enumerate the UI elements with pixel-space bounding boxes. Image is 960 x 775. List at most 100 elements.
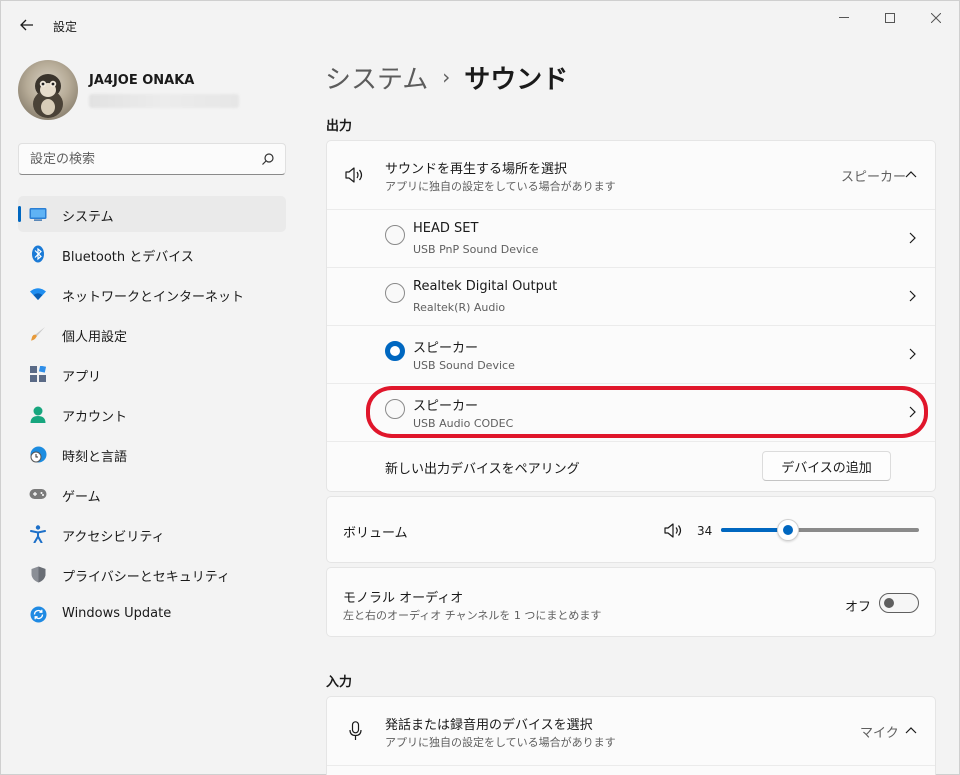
breadcrumb: システム › サウンド [325,59,568,95]
pair-device-row: 新しい出力デバイスをペアリング デバイスの追加 [327,442,935,492]
output-selected-value: スピーカー [841,170,907,185]
sidebar-item-accounts[interactable]: アカウント [18,396,286,432]
input-device-selector[interactable]: 発話または録音用のデバイスを選択 アプリに独自の設定をしている場合があります マ… [327,697,935,765]
speaker-icon [345,167,363,183]
sidebar-item-label: アカウント [62,410,128,425]
profile-name: JA4JOE ONAKA [89,73,195,88]
volume-label: ボリューム [343,526,408,541]
chevron-right-icon[interactable] [909,406,917,418]
pair-device-label: 新しい出力デバイスをペアリング [385,462,580,477]
chevron-right-icon[interactable] [909,290,917,302]
mono-audio-subtitle: 左と右のオーディオ チャンネルを 1 つにまとめます [343,609,602,622]
output-selector-subtitle: アプリに独自の設定をしている場合があります [385,180,616,193]
window-title: 設定 [53,20,78,34]
bluetooth-icon [29,245,47,263]
output-device-row[interactable]: Realtek Digital Output Realtek(R) Audio [327,268,935,325]
maximize-icon [885,13,895,23]
mono-audio-state: オフ [845,600,872,615]
sidebar-item-label: システム [62,210,114,225]
chevron-right-icon[interactable] [909,348,917,360]
input-selector-subtitle: アプリに独自の設定をしている場合があります [385,736,616,749]
volume-value: 34 [697,524,713,538]
sidebar-item-windows-update[interactable]: Windows Update [18,596,286,632]
close-icon [931,13,941,23]
mono-audio-toggle[interactable] [879,593,919,613]
output-device-selector[interactable]: サウンドを再生する場所を選択 アプリに独自の設定をしている場合があります スピー… [327,141,935,209]
breadcrumb-parent[interactable]: システム [325,59,428,96]
minimize-icon [839,17,849,18]
wifi-icon [29,285,47,303]
close-button[interactable] [913,1,959,35]
user-profile[interactable]: JA4JOE ONAKA [17,59,297,120]
sidebar-item-privacy-security[interactable]: プライバシーとセキュリティ [18,556,286,592]
sidebar-item-time-language[interactable]: 時刻と言語 [18,436,286,472]
sidebar-item-label: プライバシーとセキュリティ [62,570,230,585]
device-detail: Realtek(R) Audio [413,301,506,314]
profile-email-redacted [89,94,239,108]
brush-icon [29,325,47,343]
volume-speaker-icon[interactable] [664,523,682,538]
device-name: スピーカー [413,399,479,414]
settings-search[interactable] [18,143,286,175]
sidebar-item-label: 個人用設定 [62,330,128,345]
sidebar-item-gaming[interactable]: ゲーム [18,476,286,512]
device-radio[interactable] [385,399,405,419]
update-icon [29,605,47,623]
sidebar-item-personalization[interactable]: 個人用設定 [18,316,286,352]
sidebar-item-label: ネットワークとインターネット [62,290,245,305]
accessibility-icon [29,525,47,543]
chevron-up-icon[interactable] [905,170,917,178]
input-selected-value: マイク [860,726,899,741]
account-icon [29,405,47,423]
minimize-button[interactable] [821,1,867,35]
sidebar-item-system[interactable]: システム [18,196,286,232]
device-radio[interactable] [385,225,405,245]
search-icon[interactable] [261,152,275,166]
input-device-card: 発話または録音用のデバイスを選択 アプリに独自の設定をしている場合があります マ… [326,696,936,775]
volume-slider[interactable] [721,519,919,541]
device-name: スピーカー [413,341,479,356]
microphone-icon [349,721,362,740]
device-radio-selected[interactable] [385,341,405,361]
volume-slider-thumb[interactable] [777,519,799,541]
device-detail: USB Audio CODEC [413,417,514,430]
back-button[interactable] [13,13,41,37]
apps-icon [29,365,47,383]
output-device-row[interactable]: スピーカー USB Audio CODEC [327,384,935,441]
maximize-button[interactable] [867,1,913,35]
divider [327,765,935,766]
search-input[interactable] [19,144,249,174]
device-radio[interactable] [385,283,405,303]
sidebar-item-label: Bluetooth とデバイス [62,250,194,265]
breadcrumb-separator: › [442,65,451,89]
title-bar: 設定 [1,1,959,49]
system-icon [29,205,47,223]
add-device-button[interactable]: デバイスの追加 [762,451,891,481]
output-device-row[interactable]: スピーカー USB Sound Device [327,326,935,383]
sidebar-item-label: 時刻と言語 [62,450,128,465]
back-arrow-icon [20,19,33,31]
sidebar-item-apps[interactable]: アプリ [18,356,286,392]
page-title: サウンド [464,64,569,95]
sidebar-item-network[interactable]: ネットワークとインターネット [18,276,286,312]
device-name: Realtek Digital Output [413,279,558,294]
settings-window: 設定 JA4JOE ONAKA 設定の検索 システム Bluetooth とデバ… [0,0,960,775]
chevron-up-icon[interactable] [905,726,917,734]
avatar [18,60,78,120]
shield-icon [29,565,47,583]
gamepad-icon [29,485,47,503]
sidebar-item-bluetooth[interactable]: Bluetooth とデバイス [18,236,286,272]
output-section-label: 出力 [326,119,353,134]
sidebar-nav: システム Bluetooth とデバイス ネットワークとインターネット 個人用設… [18,196,286,636]
input-section-label: 入力 [326,675,353,690]
chevron-right-icon[interactable] [909,232,917,244]
input-selector-title: 発話または録音用のデバイスを選択 [385,718,593,733]
sidebar-item-label: Windows Update [62,606,172,621]
device-detail: USB Sound Device [413,359,515,372]
output-device-card: サウンドを再生する場所を選択 アプリに独自の設定をしている場合があります スピー… [326,140,936,492]
sidebar-item-label: ゲーム [62,490,101,505]
sidebar-item-accessibility[interactable]: アクセシビリティ [18,516,286,552]
output-selector-title: サウンドを再生する場所を選択 [385,162,568,177]
sidebar-item-label: アクセシビリティ [62,530,165,545]
output-device-row[interactable]: HEAD SET USB PnP Sound Device [327,210,935,267]
